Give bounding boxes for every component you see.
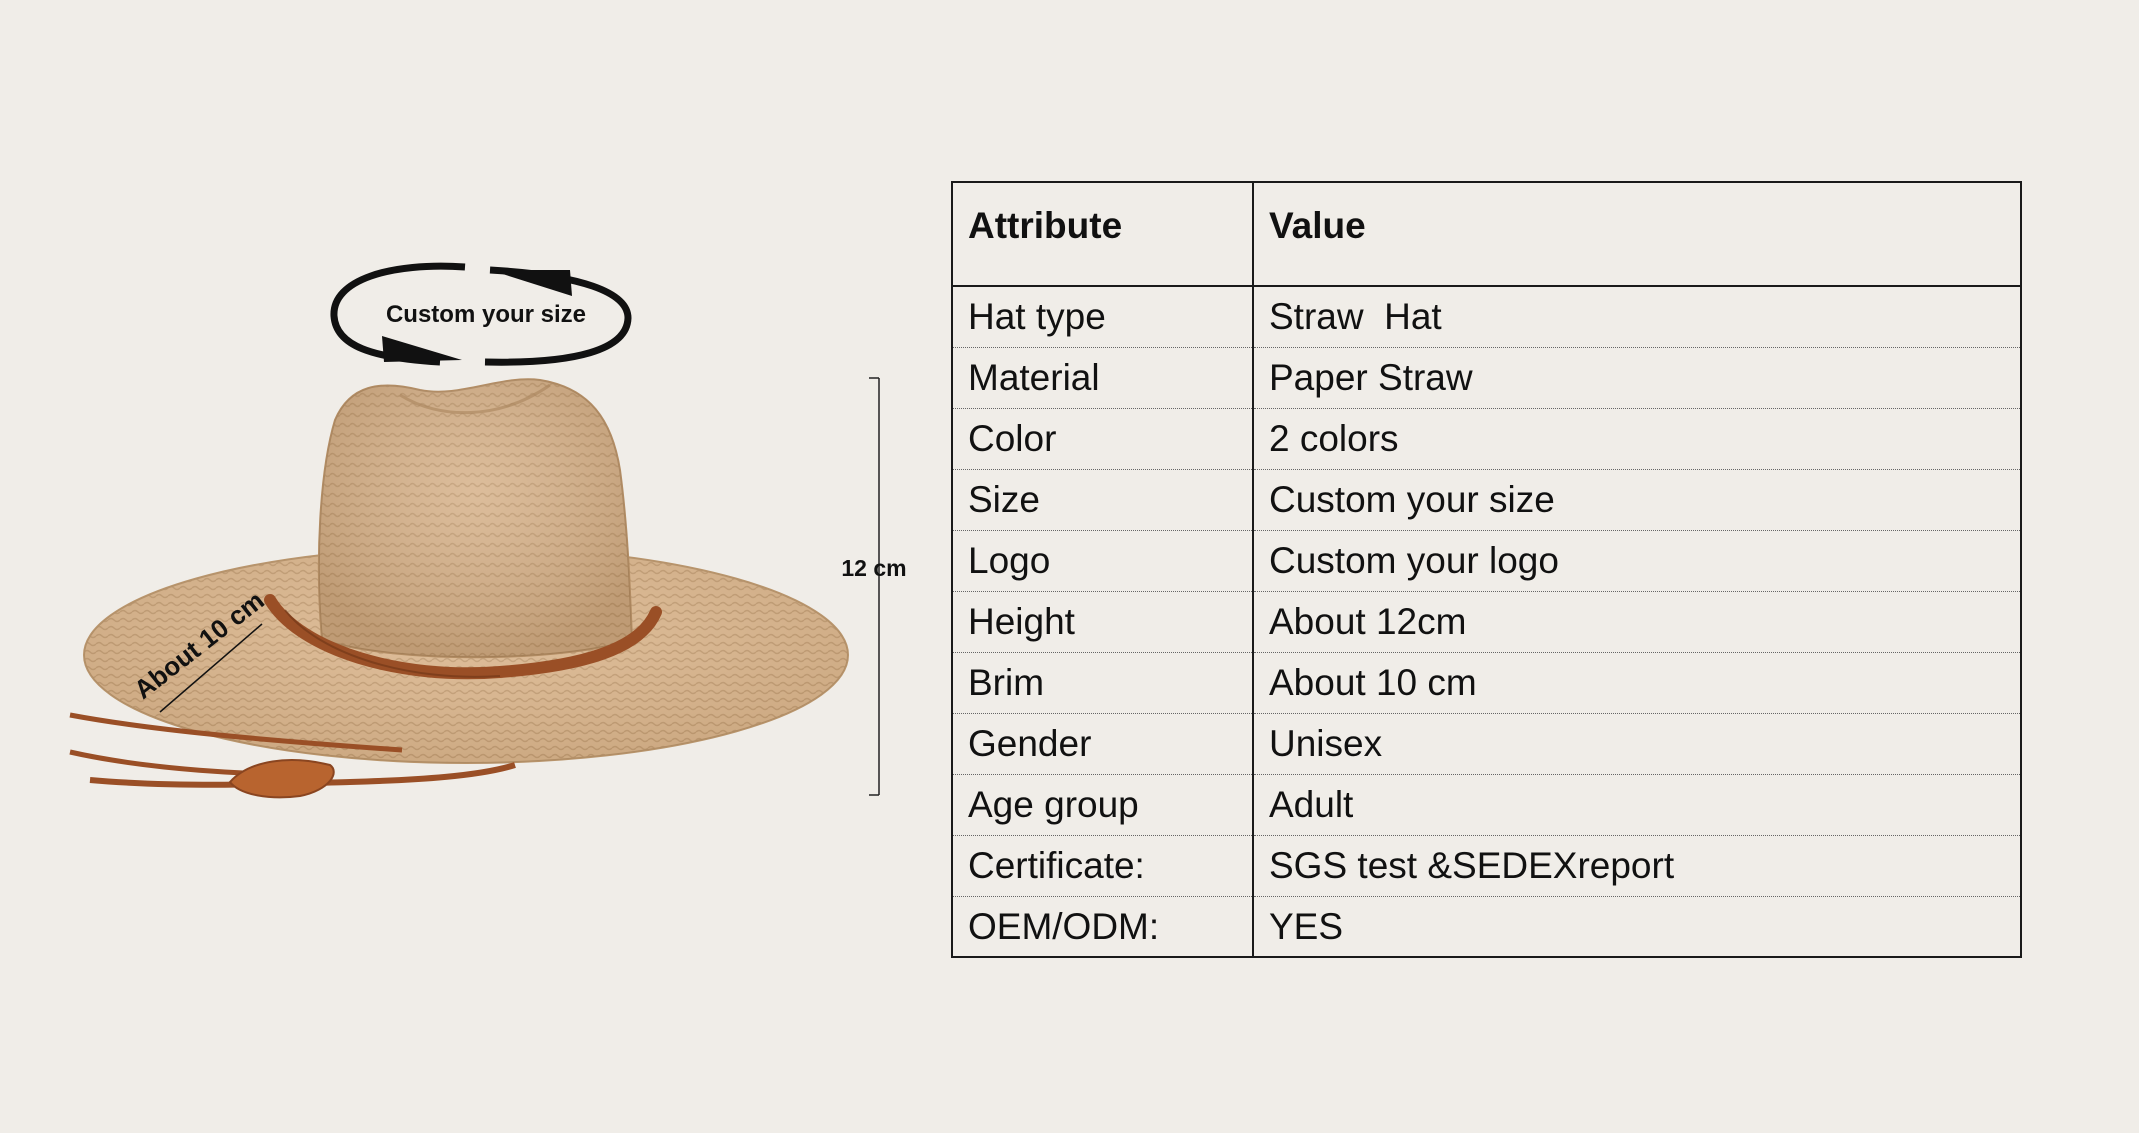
row-value: YES [1269,905,1344,947]
table-row: Logo Custom your logo [952,530,2021,592]
table-row: Certificate: SGS test &SEDEXreport [952,835,2021,897]
table-row: Gender Unisex [952,713,2021,775]
table-row: Hat type Straw Hat [952,286,2021,348]
row-attribute: Gender [952,713,1254,775]
row-value: Custom your size [1253,469,2021,531]
header-attribute: Attribute [952,182,1254,287]
row-value: Unisex [1253,713,2021,775]
row-attribute: Certificate: [952,835,1254,897]
table-row: Brim About 10 cm [952,652,2021,714]
table-header-row: Attribute Value [952,182,2021,287]
row-value: 2 colors [1253,408,2021,470]
row-attribute: Height [952,591,1254,653]
hat-crown [317,378,634,659]
table-row: Material Paper Straw [952,347,2021,409]
table-row: Height About 12cm [952,591,2021,653]
height-measure-label: 12 cm [841,555,906,581]
row-value: Paper Straw [1253,347,2021,409]
header-value: Value [1253,182,2021,287]
row-attribute: Color [952,408,1254,470]
row-value: About 12cm [1253,591,2021,653]
hat-product-illustration: Custom your size About 10 cm 12 cm [69,262,907,799]
row-attribute: OEM/ODM: [952,896,1254,957]
table-row: Size Custom your size [952,469,2021,531]
row-value: About 10 cm [1253,652,2021,714]
arrow-head-icon [382,336,462,362]
row-value: SGS test &SEDEXreport [1253,835,2021,897]
row-value: Custom your logo [1253,530,2021,592]
height-measure-bracket [869,377,880,796]
row-attribute: Brim [952,652,1254,714]
table-row: Age group Adult [952,774,2021,836]
row-value: Adult [1253,774,2021,836]
table-row: OEM/ODM: YES [952,896,2021,957]
row-attribute: Size [952,469,1254,531]
table-row: Color 2 colors [952,408,2021,470]
row-attribute: Material [952,347,1254,409]
size-ring-label: Custom your size [386,301,586,328]
specification-table: Attribute Value Hat type Straw Hat Materi… [951,181,2022,958]
row-attribute: Logo [952,530,1254,592]
arrow-head-icon [490,270,572,296]
row-attribute: Hat type [952,286,1254,348]
row-attribute: Age group [952,774,1254,836]
row-value: Straw Hat [1253,286,2021,348]
